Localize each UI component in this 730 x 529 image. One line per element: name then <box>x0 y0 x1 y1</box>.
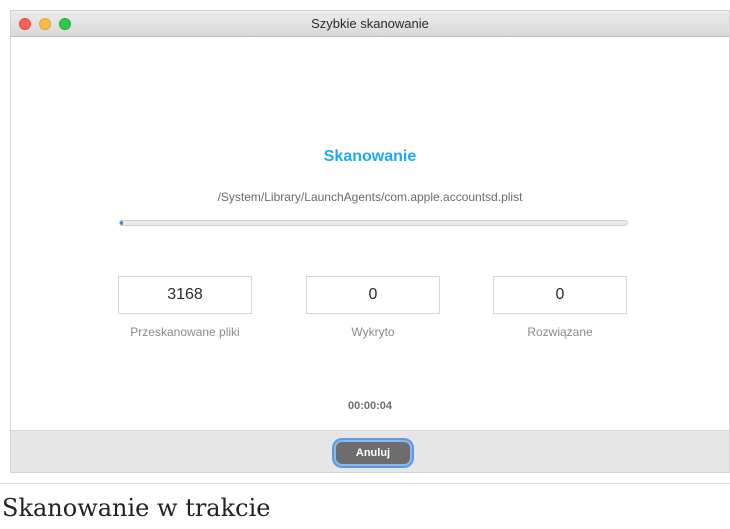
current-file-path: /System/Library/LaunchAgents/com.apple.a… <box>217 190 523 204</box>
scan-heading: Skanowanie <box>323 148 417 165</box>
caption: Skanowanie w trakcie <box>2 494 271 522</box>
stat-label: Rozwiązane <box>527 325 593 339</box>
stat-value: 3168 <box>118 276 252 314</box>
stat-value: 0 <box>493 276 627 314</box>
elapsed-timer: 00:00:04 <box>347 400 393 412</box>
stat-scanned-files: 3168 Przeskanowane pliki <box>118 276 252 339</box>
window-title: Szybkie skanowanie <box>311 16 429 31</box>
title-bar[interactable]: Szybkie skanowanie <box>11 11 729 37</box>
footer-bar: Anuluj <box>11 430 729 472</box>
page: Szybkie skanowanie Skanowanie /System/Li… <box>0 0 730 529</box>
stat-value: 0 <box>306 276 440 314</box>
divider <box>0 483 730 484</box>
cancel-button[interactable]: Anuluj <box>334 440 412 466</box>
scan-progress-bar <box>119 220 628 226</box>
scan-window: Szybkie skanowanie Skanowanie /System/Li… <box>10 10 730 473</box>
scan-content: Skanowanie /System/Library/LaunchAgents/… <box>11 37 729 429</box>
scan-progress-fill <box>120 221 124 225</box>
stat-detected: 0 Wykryto <box>306 276 440 339</box>
stat-resolved: 0 Rozwiązane <box>493 276 627 339</box>
stat-label: Wykryto <box>351 325 395 339</box>
stat-label: Przeskanowane pliki <box>130 325 240 339</box>
